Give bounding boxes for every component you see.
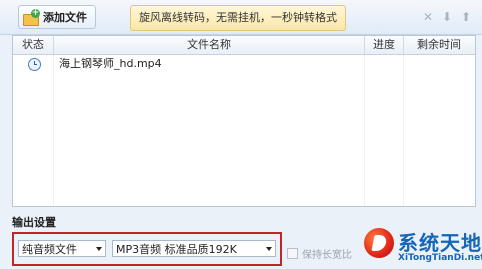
file-progress-cell — [365, 55, 403, 73]
add-files-label: 添加文件 — [43, 11, 87, 24]
format-select[interactable]: 纯音频文件 — [18, 240, 106, 257]
watermark-name: 系统天地 — [398, 231, 482, 255]
chevron-down-icon — [266, 247, 272, 251]
keep-aspect-ratio-label: 保持长宽比 — [302, 250, 352, 261]
arrow-down-icon[interactable]: ⬇ — [441, 10, 453, 24]
chevron-down-icon — [96, 247, 102, 251]
column-remaining-time[interactable]: 剩余时间 — [404, 36, 474, 54]
file-row[interactable]: 海上钢琴师_hd.mp4 — [13, 55, 475, 73]
watermark-logo: 系统天地 XiTongTianDi.net — [360, 224, 482, 269]
format-select-value: 纯音频文件 — [22, 243, 77, 256]
clock-icon — [28, 58, 41, 71]
file-name-cell: 海上钢琴师_hd.mp4 — [59, 57, 162, 70]
file-remaining-cell — [404, 55, 474, 73]
file-list-header: 状态 文件名称 进度 剩余时间 — [13, 36, 475, 55]
add-files-button[interactable]: + 添加文件 — [18, 5, 96, 29]
watermark-url: XiTongTianDi.net — [398, 253, 482, 263]
column-progress[interactable]: 进度 — [365, 36, 404, 54]
keep-aspect-ratio[interactable]: 保持长宽比 — [287, 246, 352, 261]
output-settings-highlight: 纯音频文件 MP3音频 标准品质192K — [12, 232, 282, 266]
quality-select-value: MP3音频 标准品质192K — [116, 243, 237, 256]
file-status-cell — [13, 55, 53, 73]
promo-banner[interactable]: 旋风离线转码，无需挂机，一秒钟转格式 — [130, 5, 346, 31]
column-status[interactable]: 状态 — [13, 36, 54, 54]
output-settings-label: 输出设置 — [12, 216, 56, 229]
toolbar: + 添加文件 旋风离线转码，无需挂机，一秒钟转格式 ✕ ⬇ ⬆ — [0, 0, 482, 35]
arrow-up-icon[interactable]: ⬆ — [460, 10, 472, 24]
quality-select[interactable]: MP3音频 标准品质192K — [112, 240, 276, 257]
logo-mark-icon — [364, 228, 394, 258]
add-folder-icon: + — [23, 8, 40, 26]
column-file-name[interactable]: 文件名称 — [54, 36, 365, 54]
close-icon[interactable]: ✕ — [422, 10, 434, 24]
file-list[interactable]: 状态 文件名称 进度 剩余时间 海上钢琴师_hd.mp4 — [12, 35, 476, 207]
keep-aspect-ratio-checkbox[interactable] — [287, 248, 298, 259]
toolbar-actions: ✕ ⬇ ⬆ — [422, 10, 472, 24]
